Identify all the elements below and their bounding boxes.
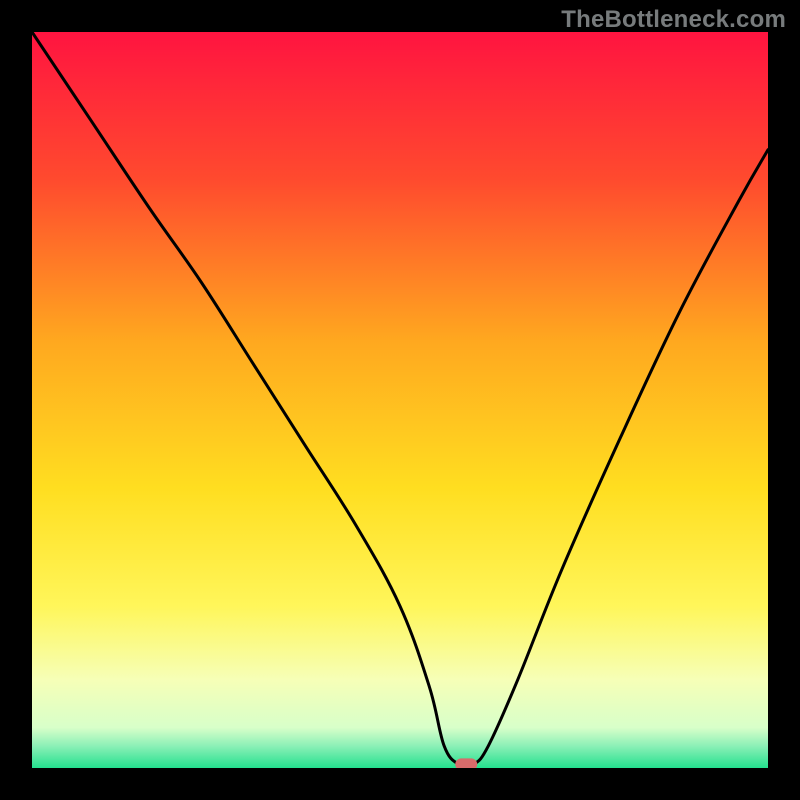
optimal-marker [455, 758, 477, 768]
gradient-background [32, 32, 768, 768]
chart-frame: TheBottleneck.com [0, 0, 800, 800]
plot-area [32, 32, 768, 768]
bottleneck-chart [32, 32, 768, 768]
watermark-label: TheBottleneck.com [561, 6, 786, 34]
